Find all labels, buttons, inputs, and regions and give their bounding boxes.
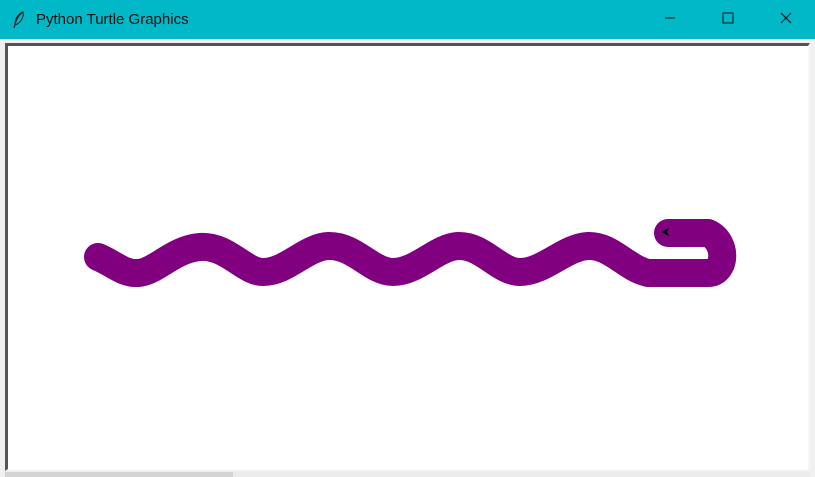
scrollbar-thumb[interactable] [5, 472, 233, 477]
minimize-button[interactable] [641, 0, 699, 39]
snake-drawing [84, 219, 737, 287]
horizontal-scrollbar[interactable] [5, 471, 810, 477]
minimize-icon [664, 11, 676, 29]
maximize-icon [722, 11, 734, 29]
canvas-frame [5, 43, 810, 471]
close-icon [780, 11, 792, 29]
turtle-window: Python Turtle Graphics [0, 0, 815, 477]
window-title: Python Turtle Graphics [36, 11, 189, 28]
title-bar[interactable]: Python Turtle Graphics [0, 0, 815, 39]
maximize-button[interactable] [699, 0, 757, 39]
close-button[interactable] [757, 0, 815, 39]
turtle-canvas[interactable] [8, 46, 808, 469]
feather-icon [11, 10, 27, 28]
window-controls [641, 0, 815, 39]
